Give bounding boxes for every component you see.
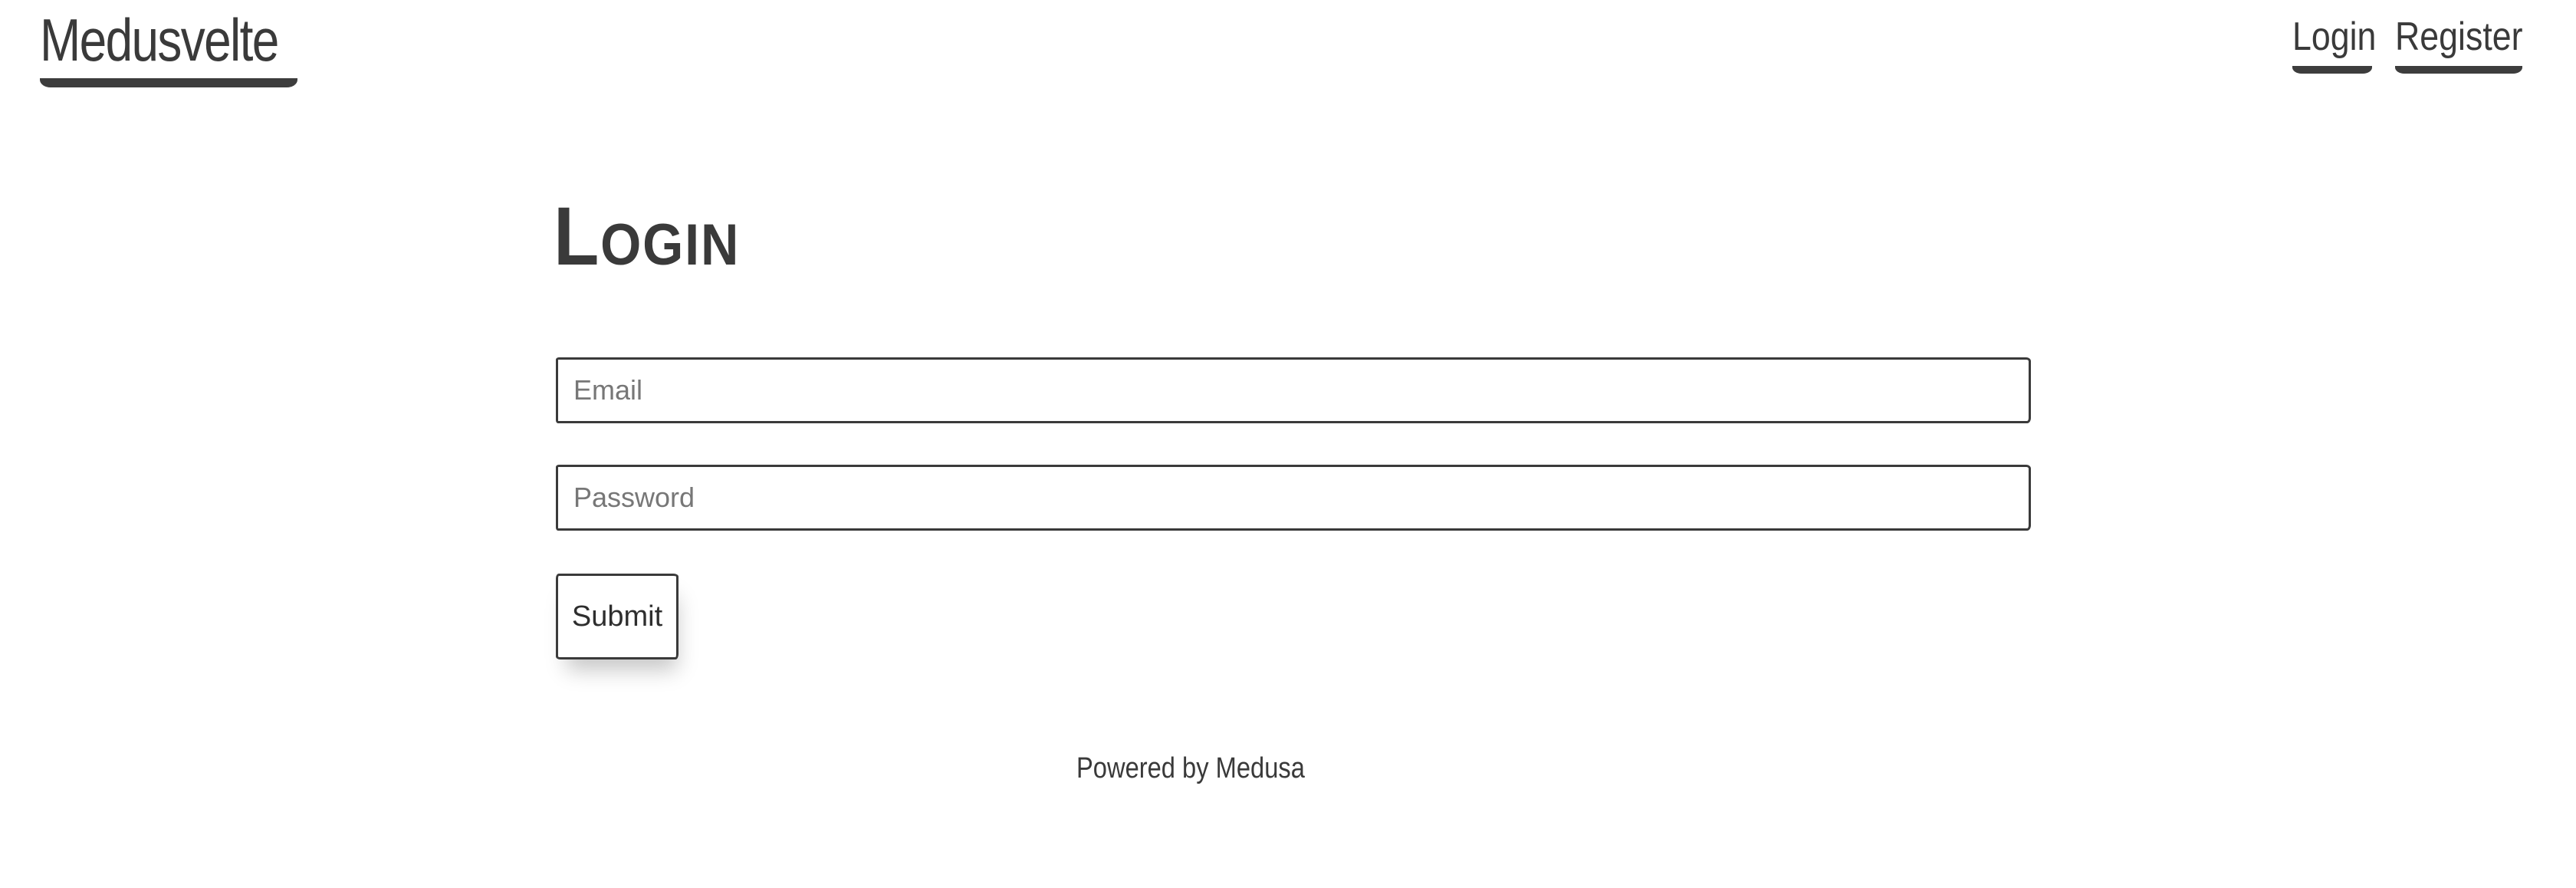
brand-underline [40, 78, 297, 87]
site-header: Medusvelte Login Register [0, 0, 2576, 100]
nav-login-label: Login [2292, 15, 2377, 59]
brand-logo-link[interactable]: Medusvelte [40, 2, 330, 90]
nav-register-label: Register [2395, 15, 2523, 59]
submit-button[interactable]: Submit [556, 574, 678, 659]
nav-register-link[interactable]: Register [2395, 8, 2523, 77]
powered-by-text: Powered by Medusa [1076, 752, 1305, 784]
nav-register-underline [2395, 66, 2522, 74]
brand-name: Medusvelte [40, 6, 279, 74]
nav-login-underline [2292, 66, 2372, 74]
email-field[interactable] [556, 357, 2031, 423]
password-field[interactable] [556, 465, 2031, 531]
site-footer: Powered by Medusa [1076, 747, 1306, 790]
nav-login-link[interactable]: Login [2292, 8, 2377, 77]
page-title: Login [554, 189, 741, 282]
